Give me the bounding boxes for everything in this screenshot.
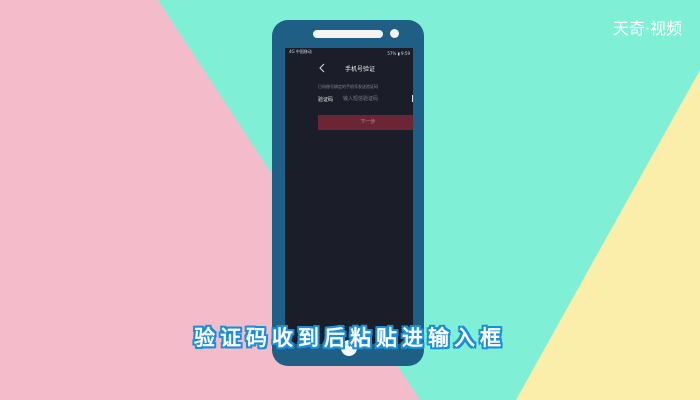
sms-sent-hint: 已向账号绑定的手机号发送验证码 bbox=[318, 84, 378, 89]
site-logo: 天奇·视频 bbox=[612, 19, 682, 38]
phone-bezel-edge bbox=[413, 48, 416, 344]
status-battery-time: 57% ▮ 9:59 bbox=[387, 51, 410, 56]
next-step-button[interactable]: 下一步 bbox=[318, 115, 416, 130]
subtitle-caption: 验证码收到后粘贴进输入框 bbox=[194, 326, 506, 350]
code-label: 验证码 bbox=[318, 97, 334, 103]
verification-code-input[interactable] bbox=[343, 94, 403, 103]
phone-camera bbox=[390, 29, 399, 38]
page-title: 手机号验证 bbox=[345, 66, 376, 73]
phone-speaker bbox=[313, 30, 383, 38]
phone-mockup: 4G 中国移动 57% ▮ 9:59 手机号验证 已向账号绑定的手机号发送验证码… bbox=[272, 20, 424, 366]
status-carrier: 4G 中国移动 bbox=[289, 49, 312, 54]
phone-screen: 4G 中国移动 57% ▮ 9:59 手机号验证 已向账号绑定的手机号发送验证码… bbox=[285, 48, 416, 344]
chevron-left-icon[interactable] bbox=[318, 62, 326, 74]
